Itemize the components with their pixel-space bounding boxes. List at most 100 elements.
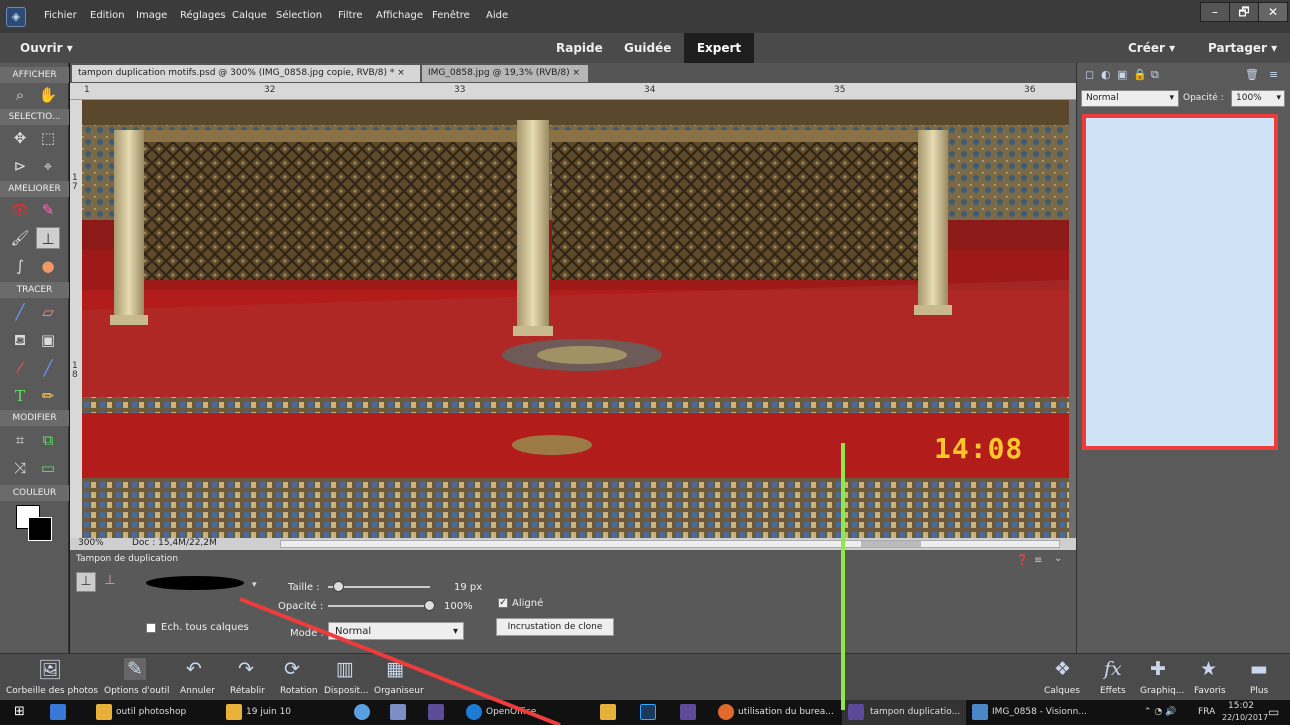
- taskbar-item[interactable]: outil photoshop: [116, 707, 186, 717]
- scroll-thumb[interactable]: [861, 541, 921, 547]
- mode-rapide[interactable]: Rapide: [556, 41, 603, 55]
- zoom-level[interactable]: 300%: [78, 538, 104, 548]
- folder-icon[interactable]: [226, 704, 242, 720]
- menu-reglages[interactable]: Réglages: [180, 10, 226, 21]
- more-label[interactable]: Plus: [1250, 686, 1268, 696]
- taskbar-item[interactable]: OpenOffice: [486, 707, 536, 717]
- clone-overlay-button[interactable]: Incrustation de clone: [496, 618, 614, 636]
- image-canvas[interactable]: 14:08: [82, 100, 1069, 538]
- taskbar-item[interactable]: IMG_0858 - Visionn...: [992, 707, 1087, 717]
- firefox-icon[interactable]: [718, 704, 734, 720]
- link-icon[interactable]: ⧉: [1151, 68, 1159, 82]
- panel-menu-icon[interactable]: ≡: [1269, 68, 1278, 81]
- taskbar-item-active[interactable]: tampon duplicatio...: [842, 700, 966, 725]
- clone-stamp-option-icon[interactable]: ⊥: [76, 572, 96, 592]
- mode-guidee[interactable]: Guidée: [624, 41, 671, 55]
- folder-icon[interactable]: [96, 704, 112, 720]
- recompose-icon[interactable]: ⧉: [36, 429, 60, 451]
- favorites-icon[interactable]: ★: [1200, 658, 1217, 680]
- crop-icon[interactable]: ⌗: [8, 429, 32, 451]
- panel-menu-icon[interactable]: ≡: [1034, 555, 1042, 566]
- share-button[interactable]: Partager ▾: [1208, 41, 1277, 55]
- quick-select-icon[interactable]: ⌖: [36, 155, 60, 177]
- graphics-icon[interactable]: ✚: [1150, 658, 1166, 680]
- layer-opacity-field[interactable]: 100% ▾: [1231, 90, 1285, 107]
- language-indicator[interactable]: FRA: [1198, 707, 1215, 717]
- windows-start-icon[interactable]: ⊞: [14, 704, 25, 719]
- app-icon[interactable]: [50, 704, 66, 720]
- tab-tampon[interactable]: tampon duplication motifs.psd @ 300% (IM…: [72, 65, 420, 82]
- close-button[interactable]: ✕: [1258, 2, 1288, 22]
- rotate-icon[interactable]: ⟳: [284, 658, 300, 680]
- layers-icon[interactable]: ❖: [1054, 658, 1071, 680]
- restore-button[interactable]: 🗗: [1229, 2, 1259, 22]
- content-move-icon[interactable]: ⤨: [8, 457, 32, 479]
- red-eye-icon[interactable]: 👁: [8, 199, 32, 221]
- tab-img0858[interactable]: IMG_0858.jpg @ 19,3% (RVB/8) ×: [422, 65, 588, 82]
- menu-fenetre[interactable]: Fenêtre: [432, 10, 470, 21]
- rotate-label[interactable]: Rotation: [280, 686, 318, 696]
- adjustment-layer-icon[interactable]: ◐: [1101, 68, 1111, 81]
- create-button[interactable]: Créer ▾: [1128, 41, 1175, 55]
- tool-options-label[interactable]: Options d'outil: [104, 686, 170, 696]
- slider-knob[interactable]: [333, 581, 345, 592]
- openoffice-icon[interactable]: [466, 704, 482, 720]
- pattern-stamp-option-icon[interactable]: ⊥: [100, 572, 120, 592]
- spot-healing-icon[interactable]: ✎: [36, 199, 60, 221]
- redo-icon[interactable]: ↷: [238, 658, 254, 680]
- menu-aide[interactable]: Aide: [486, 10, 508, 21]
- brush-preview[interactable]: [146, 576, 244, 590]
- favorites-label[interactable]: Favoris: [1194, 686, 1226, 696]
- marquee-icon[interactable]: ⬚: [36, 127, 60, 149]
- taskbar-item[interactable]: 19 juin 10: [246, 707, 291, 717]
- straighten-icon[interactable]: ▭: [36, 457, 60, 479]
- aligned-checkbox[interactable]: ✓: [498, 598, 508, 608]
- clock-date[interactable]: 22/10/2017: [1222, 713, 1268, 722]
- blend-mode-select[interactable]: Normal ▾: [1081, 90, 1179, 107]
- elements-icon[interactable]: [428, 704, 444, 720]
- close-icon[interactable]: ×: [397, 68, 405, 78]
- menu-filtre[interactable]: Filtre: [338, 10, 363, 21]
- layers-list-highlighted[interactable]: [1082, 114, 1278, 450]
- sample-all-layers-checkbox[interactable]: [146, 623, 156, 633]
- zoom-icon[interactable]: ⌕: [8, 84, 32, 106]
- eraser-icon[interactable]: ▱: [36, 301, 60, 323]
- clone-stamp-icon[interactable]: ⊥: [36, 227, 60, 249]
- horizontal-scrollbar[interactable]: [280, 540, 1060, 548]
- tray-icons[interactable]: ⌃ ◔ 🔊: [1144, 707, 1176, 717]
- type-icon[interactable]: T: [8, 385, 32, 407]
- minimize-button[interactable]: –: [1200, 2, 1230, 22]
- app-icon[interactable]: [390, 704, 406, 720]
- menu-calque[interactable]: Calque: [232, 10, 267, 21]
- close-icon[interactable]: ×: [573, 68, 581, 78]
- photo-bin-icon[interactable]: 🖼: [38, 658, 62, 681]
- undo-icon[interactable]: ↶: [186, 658, 202, 680]
- menu-selection[interactable]: Sélection: [276, 10, 322, 21]
- menu-affichage[interactable]: Affichage: [376, 10, 423, 21]
- tool-options-icon[interactable]: ✎: [124, 658, 146, 680]
- opacity-slider[interactable]: [328, 600, 435, 611]
- photo-viewer-icon[interactable]: [972, 704, 988, 720]
- lock-icon[interactable]: 🔒: [1133, 68, 1147, 81]
- organizer-label[interactable]: Organiseur: [374, 686, 424, 696]
- size-slider[interactable]: [328, 581, 430, 592]
- hand-icon[interactable]: ✋: [36, 84, 60, 106]
- vertical-scrollbar[interactable]: [1069, 100, 1076, 538]
- organizer-icon[interactable]: ▦: [386, 658, 404, 680]
- undo-label[interactable]: Annuler: [180, 686, 215, 696]
- menu-image[interactable]: Image: [136, 10, 167, 21]
- pencil-icon[interactable]: ✏: [36, 385, 60, 407]
- layers-label[interactable]: Calques: [1044, 686, 1080, 696]
- photo-bin-label[interactable]: Corbeille des photos: [6, 686, 98, 696]
- eyedropper-icon[interactable]: ⁄: [8, 357, 32, 379]
- more-icon[interactable]: ▬: [1250, 658, 1268, 680]
- brush-icon[interactable]: ╱: [8, 301, 32, 323]
- gradient-icon[interactable]: ▣: [36, 329, 60, 351]
- paint-bucket-icon[interactable]: ⛾: [8, 329, 32, 351]
- sponge-icon[interactable]: ●: [36, 255, 60, 277]
- help-icon[interactable]: ❓: [1016, 555, 1028, 566]
- blur-icon[interactable]: ∫: [8, 255, 32, 277]
- line-icon[interactable]: ╱: [36, 357, 60, 379]
- collapse-icon[interactable]: ⌄: [1054, 553, 1062, 564]
- photoshop-icon[interactable]: [640, 704, 656, 720]
